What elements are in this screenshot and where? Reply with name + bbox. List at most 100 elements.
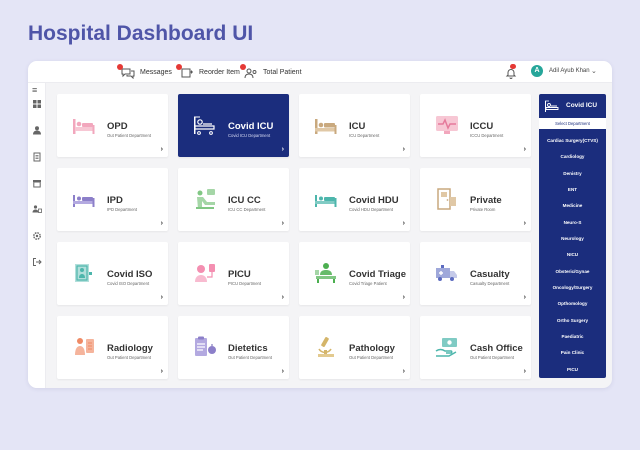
document-icon[interactable] [32, 149, 42, 162]
chevron-right-icon: › [523, 220, 526, 227]
total-patient-link[interactable]: Total Patient [240, 63, 302, 79]
chevron-right-icon: › [281, 220, 284, 227]
dept-card-icu[interactable]: ICU ICU Department › [299, 94, 410, 157]
chevron-right-icon: › [281, 146, 284, 153]
card-title: Private [470, 195, 502, 206]
messages-label: Messages [140, 69, 172, 76]
users-icon[interactable] [32, 201, 42, 213]
dept-card-covid-iso[interactable]: Covid ISO Covid ISO Department › [57, 242, 168, 305]
chevron-right-icon: › [523, 146, 526, 153]
dietetics-icon [192, 335, 218, 359]
card-subtitle: Private Room [470, 207, 496, 212]
dept-card-covid-hdu[interactable]: Covid HDU Covid HDU Department › [299, 168, 410, 231]
chevron-right-icon: › [402, 368, 405, 375]
dept-card-private[interactable]: Private Private Room › [420, 168, 531, 231]
notification-badge [510, 64, 516, 69]
avatar[interactable]: A [531, 65, 543, 77]
side-rail: ≡ [28, 83, 46, 388]
reorder-item-link[interactable]: Reorder Item [176, 63, 240, 79]
covid-hdu-icon [313, 187, 339, 211]
dept-card-pathology[interactable]: Pathology Out Patient Department › [299, 316, 410, 379]
department-item[interactable]: Pain Clinic [539, 345, 606, 361]
cash-icon [434, 335, 460, 359]
dept-card-dietetics[interactable]: Dietetics Out Patient Department › [178, 316, 289, 379]
department-panel-header: Covid ICU [539, 94, 606, 118]
dept-card-covid-triage[interactable]: Covid Triage Covid Triage Patient › [299, 242, 410, 305]
user-name[interactable]: Adil Ayub Khan [549, 68, 590, 74]
department-item[interactable]: Ortho Surgery [539, 313, 606, 329]
dept-card-covid-icu[interactable]: Covid ICU Covid ICU Department › [178, 94, 289, 157]
dept-card-radiology[interactable]: Radiology Out Patient Department › [57, 316, 168, 379]
department-item[interactable]: Paediatric [539, 329, 606, 345]
dept-card-ipd[interactable]: IPD IPD Department › [57, 168, 168, 231]
card-subtitle: Out Patient Department [228, 355, 272, 360]
card-title: ICU [349, 121, 366, 132]
dashboard-window: Messages Reorder Item Total Patient A Ad… [28, 61, 612, 388]
card-subtitle: Covid ICU Department [228, 133, 271, 138]
department-item[interactable]: Neurology [539, 231, 606, 247]
settings-icon[interactable] [32, 228, 42, 240]
reorder-icon [176, 63, 194, 79]
icu-bed-icon [313, 113, 339, 137]
department-item[interactable]: NICU [539, 247, 606, 263]
chevron-right-icon: › [523, 294, 526, 301]
chevron-right-icon: › [160, 294, 163, 301]
dashboard-icon[interactable] [32, 96, 42, 108]
archive-icon[interactable] [32, 175, 42, 188]
department-item[interactable]: Cardiac Surgery(CTVS) [539, 133, 606, 149]
card-title: Covid ISO [107, 269, 153, 280]
card-title: Covid Triage [349, 269, 407, 280]
messages-link[interactable]: Messages [117, 63, 172, 79]
user-icon[interactable] [32, 122, 42, 135]
chevron-right-icon: › [160, 220, 163, 227]
card-subtitle: Out Patient Department [349, 355, 393, 360]
department-item[interactable]: Denistry [539, 166, 606, 182]
menu-icon[interactable]: ≡ [32, 85, 37, 95]
opd-bed-icon [71, 113, 97, 137]
card-title: ICCU [470, 121, 494, 132]
card-title: Pathology [349, 343, 395, 354]
dept-card-opd[interactable]: OPD Out Patient Department › [57, 94, 168, 157]
patients-badge [240, 63, 246, 70]
card-title: OPD [107, 121, 128, 132]
department-item[interactable]: PICU [539, 362, 606, 378]
picu-icon [192, 261, 218, 285]
notification-button[interactable] [505, 64, 517, 79]
dept-card-cash-office[interactable]: Cash Office Out Patient Department › [420, 316, 531, 379]
chevron-right-icon: › [402, 220, 405, 227]
dept-card-casualty[interactable]: Casualty Casualty Department › [420, 242, 531, 305]
chevron-right-icon: › [402, 146, 405, 153]
department-item[interactable]: Obsteric/Gynae [539, 264, 606, 280]
card-subtitle: ICU Department [349, 133, 380, 138]
logout-icon[interactable] [32, 254, 42, 266]
ipd-bed-icon [71, 187, 97, 211]
department-item[interactable]: Cardiology [539, 149, 606, 165]
department-item[interactable]: Neuro-S [539, 215, 606, 231]
reorder-label: Reorder Item [199, 69, 240, 76]
select-department-label[interactable]: Select Department [539, 118, 606, 129]
dept-card-iccu[interactable]: ICCU ICCU Department › [420, 94, 531, 157]
covid-iso-icon [71, 261, 97, 285]
dept-card-icu-cc[interactable]: ICU CC ICU CC Department › [178, 168, 289, 231]
covid-triage-icon [313, 261, 339, 285]
card-subtitle: Casualty Department [470, 281, 510, 286]
department-item[interactable]: Medicine [539, 198, 606, 214]
department-item[interactable]: Opthomology [539, 296, 606, 312]
department-panel-title: Covid ICU [566, 102, 598, 109]
chevron-right-icon: › [160, 368, 163, 375]
covid-icu-icon [544, 99, 560, 113]
card-title: Cash Office [470, 343, 523, 354]
chevron-down-icon[interactable]: ⌄ [591, 67, 597, 75]
card-subtitle: ICU CC Department [228, 207, 266, 212]
chevron-right-icon: › [402, 294, 405, 301]
dept-card-picu[interactable]: PICU PICU Department › [178, 242, 289, 305]
card-title: Covid ICU [228, 121, 274, 132]
microscope-icon [313, 335, 339, 359]
card-subtitle: PICU Department [228, 281, 262, 286]
icu-cc-icon [192, 187, 218, 211]
department-item[interactable]: ENT [539, 182, 606, 198]
department-item[interactable]: Oncology/Surgery [539, 280, 606, 296]
card-subtitle: Out Patient Department [470, 355, 514, 360]
chevron-right-icon: › [281, 294, 284, 301]
chevron-right-icon: › [281, 368, 284, 375]
